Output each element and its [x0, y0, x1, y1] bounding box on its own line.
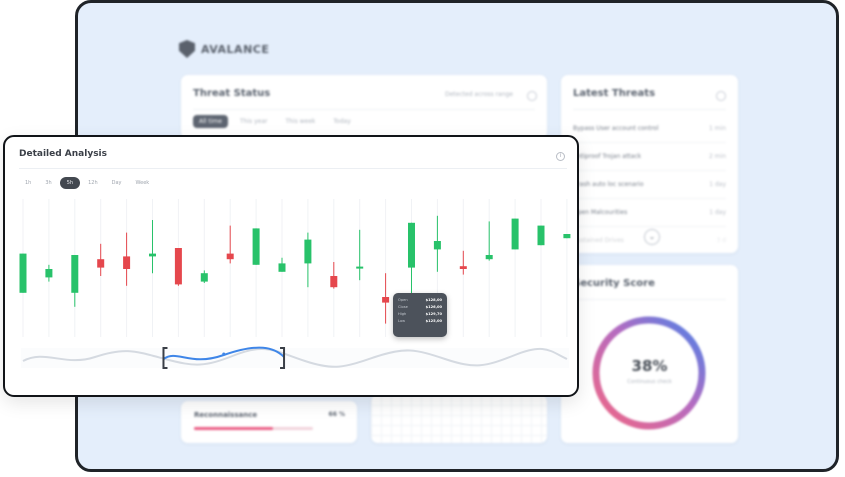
security-score-caption: Continuous check	[627, 379, 672, 385]
divider	[573, 299, 726, 300]
threat-time: 3 d	[716, 237, 726, 244]
candle-body[interactable]	[408, 222, 415, 268]
candle-body[interactable]	[485, 255, 493, 260]
tooltip-value: $128,00	[425, 298, 442, 302]
list-item[interactable]: Open Malcourities 1 day	[573, 199, 726, 227]
candle-body[interactable]	[226, 253, 234, 260]
candle-body[interactable]	[304, 239, 312, 264]
info-icon[interactable]	[716, 91, 726, 101]
tooltip-key: Close	[398, 305, 408, 309]
candle-body[interactable]	[252, 228, 260, 265]
candle-body[interactable]	[19, 253, 27, 293]
security-score-value: 38%	[631, 357, 668, 375]
tab-today[interactable]: Today	[327, 115, 356, 128]
tooltip-row: Open $128,00	[398, 297, 442, 304]
candle-body[interactable]	[537, 225, 545, 246]
reconnaissance-card: Reconnaissance 66 %	[181, 401, 357, 443]
candle-body[interactable]	[459, 266, 467, 269]
progress-fill	[194, 427, 273, 430]
threat-time: 1 min	[708, 125, 726, 132]
grid-card	[371, 395, 547, 443]
threat-name: Sustained Drives	[573, 237, 624, 244]
detailed-analysis-card: Detailed Analysis i 1h 3h 5h 12h Day Wee…	[3, 135, 579, 397]
candle-body[interactable]	[174, 248, 182, 285]
candle-body[interactable]	[97, 259, 105, 268]
security-score-title: Security Score	[573, 278, 655, 289]
candle-tooltip: Open $128,00 Close $126,00 High $129,70 Low…	[393, 293, 447, 337]
candle-body[interactable]	[123, 256, 131, 269]
tooltip-row: High $129,70	[398, 311, 442, 318]
latest-threats-card: Latest Threats Bypass User account contr…	[561, 75, 738, 253]
candle-body[interactable]	[45, 269, 53, 278]
threat-name: Crash auto loc scenario	[573, 181, 644, 188]
threat-name: Bypass User account control	[573, 125, 659, 132]
navigator-point	[222, 352, 226, 356]
list-item[interactable]: Antiproof Trojan attack 2 min	[573, 143, 726, 171]
candle-body[interactable]	[278, 263, 286, 272]
threat-status-tabs: All time This year This week Today	[193, 115, 357, 128]
brand: AVALANCE	[179, 40, 269, 58]
security-score-card: Security Score 38% Continuous check	[561, 265, 738, 443]
tooltip-row: Low $125,00	[398, 318, 442, 325]
tab-this-week[interactable]: This week	[279, 115, 321, 128]
candlestick-chart[interactable]	[5, 137, 577, 395]
candle-body[interactable]	[433, 241, 441, 250]
candle-body[interactable]	[149, 253, 156, 257]
candle-body[interactable]	[200, 273, 208, 282]
tooltip-value: $129,70	[425, 312, 442, 316]
candle-body[interactable]	[330, 276, 338, 288]
reconnaissance-progress	[194, 427, 313, 430]
candle-body[interactable]	[382, 297, 390, 303]
threat-time: 1 day	[709, 209, 726, 216]
candle-body[interactable]	[511, 218, 519, 250]
candle-body[interactable]	[71, 255, 79, 293]
info-icon[interactable]	[527, 91, 537, 101]
tooltip-row: Close $126,00	[398, 304, 442, 311]
tooltip-value: $125,00	[425, 319, 442, 323]
candle-body[interactable]	[563, 234, 571, 239]
threat-time: 2 min	[708, 153, 726, 160]
tooltip-key: Low	[398, 319, 406, 323]
divider	[573, 109, 726, 110]
threat-status-range: Detected across range	[445, 91, 514, 98]
tab-all-time[interactable]: All time	[193, 115, 228, 128]
threat-status-title: Threat Status	[193, 88, 271, 99]
reconnaissance-label: Reconnaissance	[194, 411, 258, 419]
chevron-down-icon[interactable]: ⌄	[644, 229, 660, 245]
latest-threats-title: Latest Threats	[573, 88, 656, 99]
threat-name: Open Malcourities	[573, 209, 628, 216]
shield-logo-icon	[179, 40, 195, 58]
threat-status-card: Threat Status Detected across range All …	[181, 75, 547, 139]
list-item[interactable]: Crash auto loc scenario 1 day	[573, 171, 726, 199]
candle-body[interactable]	[356, 266, 364, 269]
reconnaissance-percent: 66 %	[328, 411, 345, 418]
tab-this-year[interactable]: This year	[234, 115, 274, 128]
tooltip-key: High	[398, 312, 407, 316]
threat-name: Antiproof Trojan attack	[573, 153, 642, 160]
list-item[interactable]: Bypass User account control 1 min	[573, 115, 726, 143]
divider	[193, 109, 535, 110]
tooltip-key: Open	[398, 298, 408, 302]
brand-name: AVALANCE	[201, 42, 270, 56]
tooltip-value: $126,00	[425, 305, 442, 309]
threat-time: 1 day	[709, 181, 726, 188]
